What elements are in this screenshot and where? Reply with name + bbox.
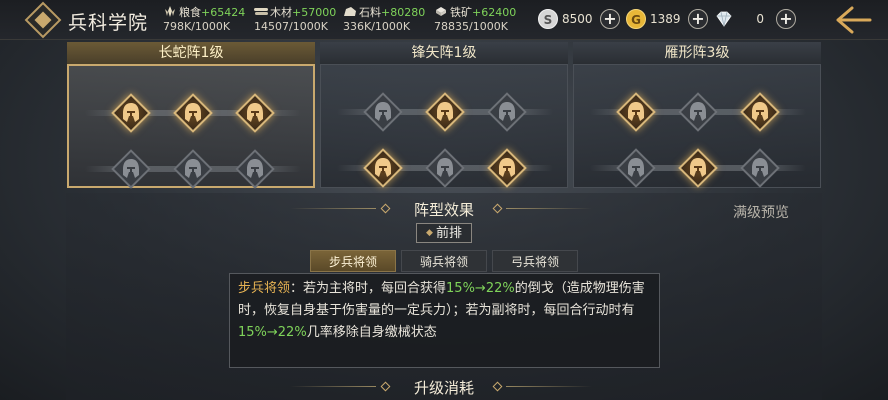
inactive-helmet-slot-icon xyxy=(616,148,656,188)
gold-currency: G 1389 + xyxy=(626,9,708,31)
effect-description: 步兵将领：若为主将时，每回合获得15%→22%的倒戈（造成物理伤害时，恢复自身基… xyxy=(229,273,660,368)
active-helmet-slot-icon xyxy=(740,92,780,132)
add-gold-button[interactable]: + xyxy=(688,9,708,29)
gold-coin-icon: G xyxy=(626,9,646,29)
title-ornament-right xyxy=(506,386,592,387)
inactive-helmet-slot-icon xyxy=(740,148,780,188)
formation-name: 锋矢阵1级 xyxy=(320,42,568,64)
stone-icon xyxy=(343,6,357,17)
upgrade-title: 升级消耗 xyxy=(413,379,474,397)
inactive-helmet-slot-icon xyxy=(363,92,403,132)
diamond-currency: 0 + xyxy=(714,9,798,31)
formation-name: 雁形阵3级 xyxy=(573,42,821,64)
front-row-tag: ◆ 前排 xyxy=(416,223,472,243)
active-helmet-slot-icon xyxy=(425,92,465,132)
active-helmet-slot-icon xyxy=(173,93,213,133)
active-helmet-slot-icon xyxy=(487,148,527,188)
diamond-bullet-icon: ◆ xyxy=(426,228,433,238)
silver-currency: S 8500 + xyxy=(538,9,620,31)
inactive-helmet-slot-icon xyxy=(425,148,465,188)
formation-panel-3[interactable]: 雁形阵3级 xyxy=(573,42,821,188)
effect-title: 阵型效果 xyxy=(413,201,474,219)
resource-grain: 粮食+65424 798K/1000K xyxy=(163,6,246,33)
inactive-helmet-slot-icon xyxy=(235,149,275,189)
formation-grid xyxy=(320,64,568,188)
resource-stone: 石料+80280 336K/1000K xyxy=(343,6,426,33)
active-helmet-slot-icon xyxy=(616,92,656,132)
inactive-helmet-slot-icon xyxy=(678,92,718,132)
formation-name: 长蛇阵1级 xyxy=(67,42,315,64)
tab-archer-general[interactable]: 弓兵将领 xyxy=(492,250,578,272)
title-ornament-left xyxy=(290,208,376,209)
resource-wood: 木材+57000 14507/1000K xyxy=(254,6,337,33)
add-diamond-button[interactable]: + xyxy=(776,9,796,29)
title-ornament-left xyxy=(290,386,376,387)
formation-panel-1[interactable]: 长蛇阵1级 xyxy=(67,42,315,189)
inactive-helmet-slot-icon xyxy=(111,149,151,189)
title-ornament-right xyxy=(506,208,592,209)
grain-icon xyxy=(163,6,177,17)
active-helmet-slot-icon xyxy=(678,148,718,188)
active-helmet-slot-icon xyxy=(363,148,403,188)
back-arrow-icon[interactable] xyxy=(832,4,872,36)
silver-coin-icon: S xyxy=(538,9,558,29)
wood-icon xyxy=(254,6,268,17)
formation-panel-2[interactable]: 锋矢阵1级 xyxy=(320,42,568,188)
max-level-preview-link[interactable]: 满级预览 xyxy=(733,202,789,222)
active-helmet-slot-icon xyxy=(111,93,151,133)
tab-infantry-general[interactable]: 步兵将领 xyxy=(310,250,396,272)
academy-emblem-icon xyxy=(24,1,62,39)
top-bar: 兵科学院 粮食+65424 798K/1000K 木材+57000 14507/… xyxy=(0,0,888,40)
inactive-helmet-slot-icon xyxy=(487,92,527,132)
inactive-helmet-slot-icon xyxy=(173,149,213,189)
active-helmet-slot-icon xyxy=(235,93,275,133)
add-silver-button[interactable]: + xyxy=(600,9,620,29)
page-title: 兵科学院 xyxy=(68,12,149,34)
formation-grid xyxy=(67,64,315,189)
tab-cavalry-general[interactable]: 骑兵将领 xyxy=(401,250,487,272)
formation-grid xyxy=(573,64,821,188)
iron-icon xyxy=(434,6,448,17)
diamond-icon xyxy=(714,9,734,29)
resource-iron: 铁矿+62400 78835/1000K xyxy=(434,6,517,33)
